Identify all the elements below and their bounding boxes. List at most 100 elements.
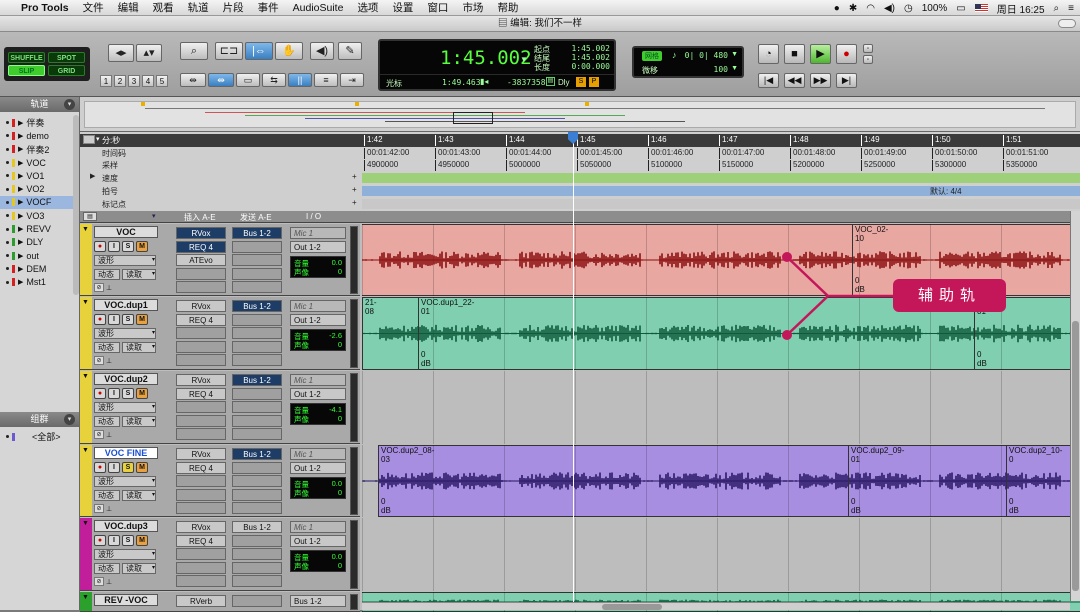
input-monitor-icon[interactable]: I bbox=[108, 535, 120, 546]
insert-slot-empty[interactable] bbox=[176, 502, 226, 514]
nudge-value[interactable]: 100 bbox=[714, 65, 728, 74]
track-comment-icon[interactable]: ⊘ bbox=[94, 504, 104, 513]
track-show-dot-icon[interactable] bbox=[6, 214, 9, 218]
track-show-dot-icon[interactable] bbox=[6, 121, 9, 125]
insert-slot[interactable]: RVox bbox=[176, 300, 226, 312]
send-slot-empty[interactable] bbox=[232, 461, 282, 474]
send-slot-empty[interactable] bbox=[232, 534, 282, 547]
input-selector[interactable]: Mic 1 bbox=[290, 227, 346, 239]
track-show-dot-icon[interactable] bbox=[6, 161, 9, 165]
volume-pan-display[interactable]: 音量 0.0 声像 0 bbox=[290, 550, 346, 572]
spotlight-icon[interactable]: ⌕ bbox=[1054, 3, 1060, 14]
meter-ruler[interactable]: 拍号 + 默认: 4/4 bbox=[80, 185, 1080, 197]
track-lane[interactable] bbox=[362, 371, 1080, 444]
grid-label[interactable]: 网格 bbox=[642, 51, 662, 61]
automation-mode-selector[interactable]: 读取 ▾ bbox=[122, 416, 156, 427]
insert-slot[interactable]: RVox bbox=[176, 227, 226, 239]
volume-value[interactable]: 0.0 bbox=[332, 258, 342, 267]
track-list-item[interactable]: ▶ Mst1 bbox=[0, 276, 79, 289]
menu-clip[interactable]: 片段 bbox=[216, 0, 251, 15]
link-timeline-button[interactable]: ⇹ bbox=[180, 73, 206, 87]
insert-slot[interactable]: REQ 4 bbox=[176, 461, 226, 474]
zoom-vertical-button[interactable]: ▴▾ bbox=[136, 44, 162, 62]
bottom-scrollbar[interactable] bbox=[362, 602, 1070, 610]
playlist-icon[interactable]: ⊥ bbox=[106, 578, 112, 586]
zoom-horizontal-button[interactable]: ◂▸ bbox=[108, 44, 134, 62]
pan-value[interactable]: 0 bbox=[338, 488, 342, 497]
zoom-preset-2[interactable]: 2 bbox=[114, 75, 126, 87]
record-enable-icon[interactable]: ● bbox=[94, 462, 106, 473]
send-slot-empty[interactable] bbox=[232, 428, 282, 440]
end-value[interactable]: 1:45.002 bbox=[571, 53, 610, 62]
track-show-dot-icon[interactable] bbox=[6, 187, 9, 191]
track-arrow-icon[interactable]: ▼ bbox=[82, 226, 89, 233]
nudge-dropdown-icon[interactable]: ▼ bbox=[731, 65, 738, 72]
ruler-dropdown-icon[interactable]: ▾ bbox=[96, 135, 100, 143]
track-show-dot-icon[interactable] bbox=[6, 267, 9, 271]
overview-track-map[interactable] bbox=[84, 101, 1076, 128]
track-arrow-icon[interactable]: ▼ bbox=[82, 299, 89, 306]
main-counter-value[interactable]: 1:45.002 bbox=[440, 47, 532, 69]
view-selector[interactable]: 波形 ▾ bbox=[94, 549, 156, 560]
return-to-zero-icon[interactable]: |◀ bbox=[758, 73, 779, 88]
volume-value[interactable]: 0.0 bbox=[332, 552, 342, 561]
tracks-panel-menu-icon[interactable]: ▾ bbox=[64, 99, 75, 110]
window-resize-handle[interactable] bbox=[1058, 19, 1076, 28]
length-value[interactable]: 0:00.000 bbox=[571, 62, 610, 71]
grid-dropdown-icon[interactable]: ▼ bbox=[731, 51, 738, 58]
playhead-cursor[interactable] bbox=[573, 132, 574, 602]
group-item[interactable]: <全部> bbox=[0, 430, 79, 443]
menu-view[interactable]: 观看 bbox=[146, 0, 181, 15]
view-selector[interactable]: 波形 ▾ bbox=[94, 476, 156, 487]
track-comment-icon[interactable]: ⊘ bbox=[94, 577, 104, 586]
track-arrow-icon[interactable]: ▼ bbox=[82, 594, 89, 601]
mute-button[interactable]: M bbox=[136, 535, 148, 546]
send-slot-empty[interactable] bbox=[232, 414, 282, 427]
track-show-dot-icon[interactable] bbox=[6, 134, 9, 138]
send-slot-empty[interactable] bbox=[232, 340, 282, 353]
menu-audiosuite[interactable]: AudioSuite bbox=[286, 2, 351, 14]
zoomer-tool-icon[interactable]: ⌕ bbox=[180, 42, 208, 60]
clip-gain[interactable]: 0 dB bbox=[851, 497, 861, 515]
automation-mode-selector[interactable]: 读取 ▾ bbox=[122, 563, 156, 574]
track-show-dot-icon[interactable] bbox=[6, 227, 9, 231]
zoom-toggle-button[interactable]: ≡ bbox=[314, 73, 338, 87]
volume-pan-display[interactable]: 音量 0.0 声像 0 bbox=[290, 256, 346, 278]
track-show-dot-icon[interactable] bbox=[6, 254, 9, 258]
dly-label[interactable]: Dly bbox=[558, 78, 570, 87]
battery-label[interactable]: 100% bbox=[922, 3, 948, 14]
grabber-tool-icon[interactable]: ✋ bbox=[275, 42, 303, 60]
track-show-dot-icon[interactable] bbox=[6, 147, 9, 151]
volume-pan-display[interactable]: 音量 -2.6 声像 0 bbox=[290, 329, 346, 351]
send-slot[interactable]: Bus 1-2 bbox=[232, 448, 282, 460]
list-icon[interactable]: ≡ bbox=[1068, 3, 1074, 14]
send-slot[interactable]: Bus 1-2 bbox=[232, 227, 282, 239]
dly-s-icon[interactable]: S bbox=[576, 77, 586, 87]
wifi-icon[interactable]: ◠ bbox=[866, 3, 875, 14]
track-name[interactable]: VOC FINE bbox=[94, 447, 158, 459]
clip-gain[interactable]: 0 dB bbox=[421, 350, 431, 368]
start-value[interactable]: 1:45.002 bbox=[571, 44, 610, 53]
insert-slot-empty[interactable] bbox=[176, 475, 226, 487]
insert-slot-empty[interactable] bbox=[176, 561, 226, 574]
input-selector[interactable]: Mic 1 bbox=[290, 300, 346, 312]
menu-setup[interactable]: 设置 bbox=[385, 0, 420, 15]
send-slot[interactable]: Bus 1-2 bbox=[232, 374, 282, 386]
track-list-item[interactable]: ▶ VO2 bbox=[0, 182, 79, 195]
input-monitor-icon[interactable]: I bbox=[108, 314, 120, 325]
groups-panel-menu-icon[interactable]: ▾ bbox=[64, 414, 75, 425]
track-header[interactable]: ▼ VOC FINE ● I S M 波形 ▾ 动态 读取 ▾ ⊘ ⊥ RVox REQ 4 Bus 1-… bbox=[80, 445, 360, 517]
tempo-expand-icon[interactable]: ▶ bbox=[90, 172, 95, 180]
solo-button[interactable]: S bbox=[122, 535, 134, 546]
automation-mode-selector[interactable]: 读取 ▾ bbox=[122, 342, 156, 353]
solo-button[interactable]: S bbox=[122, 241, 134, 252]
mute-button[interactable]: M bbox=[136, 314, 148, 325]
timecode-ruler[interactable]: 时间码 00:01:42:00 00:01:43:00 00:01:44:00 00:0… bbox=[80, 147, 1080, 159]
shuffle-mode-button[interactable]: SHUFFLE bbox=[8, 52, 45, 63]
samples-ruler[interactable]: 采样 4900000 4950000 5000000 5050000 5100000 515… bbox=[80, 159, 1080, 171]
volume-value[interactable]: 0.0 bbox=[332, 479, 342, 488]
track-show-dot-icon[interactable] bbox=[6, 174, 9, 178]
track-header[interactable]: ▼ VOC ● I S M 波形 ▾ 动态 读取 ▾ ⊘ ⊥ RVox REQ 4 ATEvo Bus 1-… bbox=[80, 224, 360, 296]
record-enable-icon[interactable]: ● bbox=[94, 241, 106, 252]
flag-icon[interactable] bbox=[974, 4, 988, 12]
